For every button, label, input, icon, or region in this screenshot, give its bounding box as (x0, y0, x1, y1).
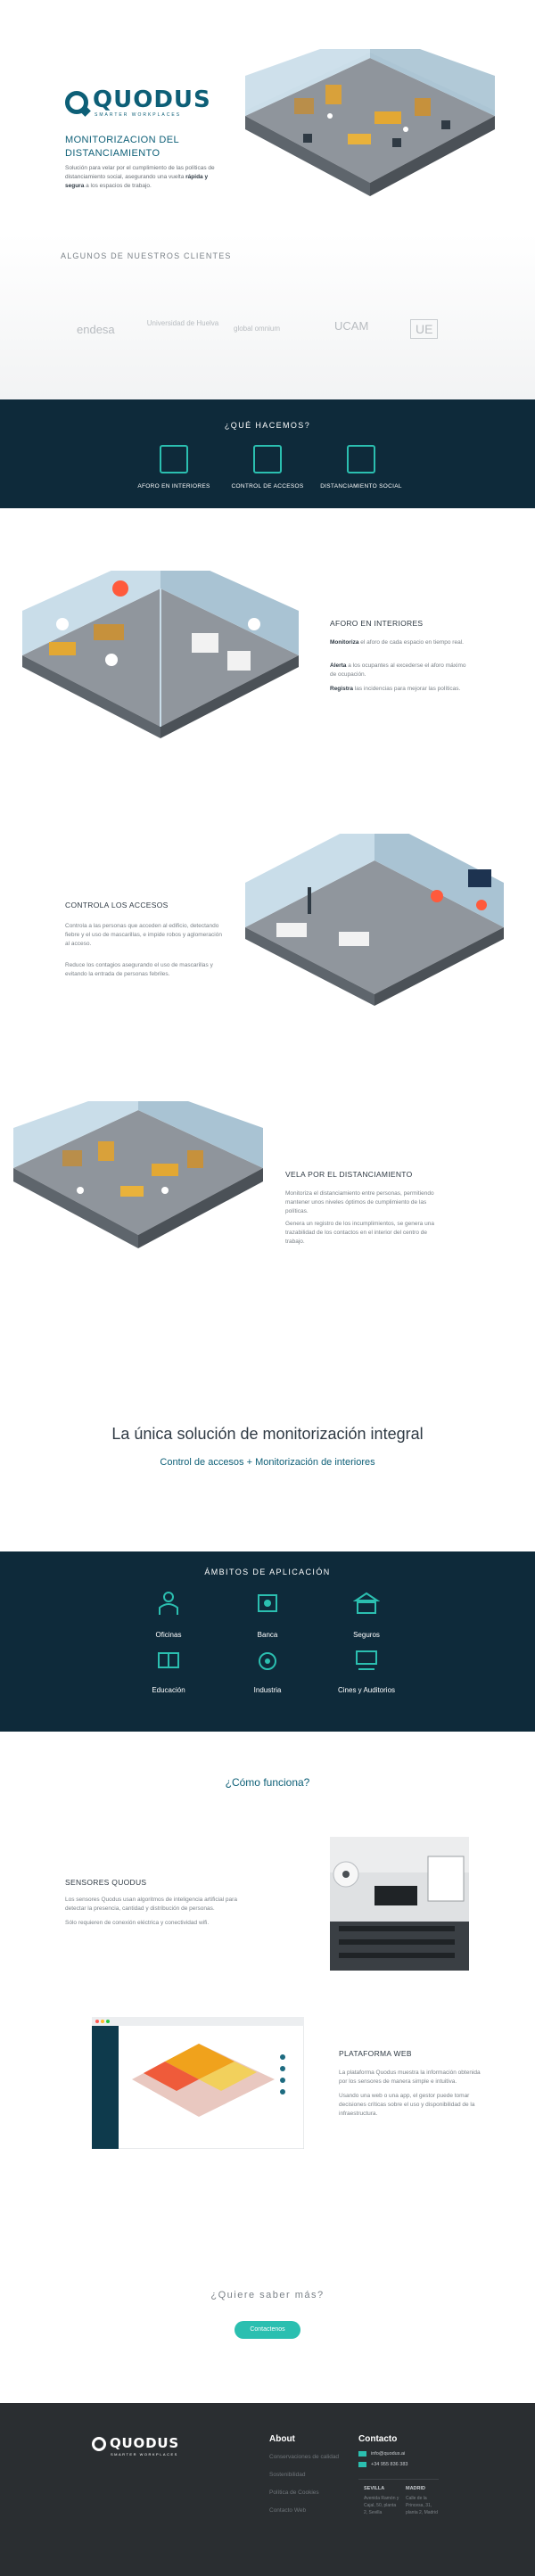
bank-icon (258, 1594, 277, 1612)
footer-address-sevilla: Avenida Ramón y Cajal, 50, planta 2, Sev… (364, 2496, 399, 2515)
web-platform-title: PLATAFORMA WEB (339, 2049, 412, 2058)
distanciamiento-paragraph-1: Monitoriza el distanciamiento entre pers… (285, 1190, 434, 1214)
aforo-paragraph-1: Monitoriza el aforo de cada espacio en t… (330, 639, 464, 646)
footer-email[interactable]: info@quodus.ai (371, 2451, 405, 2457)
distanciamiento-illustration (13, 1101, 263, 1248)
ambito-label-seguros: Seguros (353, 1631, 380, 1639)
hero-office-illustration (245, 49, 495, 196)
accesos-title: CONTROLA LOS ACCESOS (65, 901, 169, 909)
service-label-distanciamiento: DISTANCIAMIENTO SOCIAL (320, 483, 402, 490)
ambito-label-educacion: Educación (152, 1686, 185, 1694)
footer-contact-title: Contacto (358, 2434, 398, 2444)
client-logo-uhu: Universidad de Huelva (146, 319, 219, 327)
ambito-label-oficinas: Oficinas (155, 1631, 182, 1639)
footer-link-contacto-web[interactable]: Contacto Web (269, 2507, 306, 2514)
footer-logo-icon (92, 2437, 106, 2451)
footer-phone[interactable]: +34 955 836 383 (371, 2462, 407, 2467)
aforo-paragraph-3: Registra las incidencias para mejorar la… (330, 686, 461, 692)
footer-link-cookies[interactable]: Política de Cookies (269, 2490, 319, 2496)
ambito-label-banca: Banca (257, 1631, 278, 1639)
footer-brand-tagline: SMARTER WORKPLACES (111, 2452, 178, 2457)
footer (0, 2403, 535, 2576)
distanciamiento-title: VELA POR EL DISTANCIAMIENTO (285, 1170, 413, 1179)
how-title: ¿Cómo funciona? (225, 1776, 310, 1789)
distanciamiento-paragraph-2: Genera un registro de los incumplimiento… (285, 1221, 434, 1245)
aforo-title: AFORO EN INTERIORES (330, 619, 424, 628)
ambito-label-cines: Cines y Auditorios (337, 1686, 396, 1694)
contact-button[interactable]: Contactenos (235, 2321, 300, 2339)
accesos-paragraph-1: Controla a las personas que acceden al e… (65, 923, 222, 947)
brand-tagline: SMARTER WORKPLACES (95, 112, 182, 118)
client-logo-ucam: UCAM (334, 319, 369, 333)
sensors-paragraph-2: Sólo requieren de conexión eléctrica y c… (65, 1920, 210, 1926)
quodus-logo-icon (65, 91, 88, 114)
integral-subtitle: Control de accesos + Monitorización de i… (160, 1457, 375, 1468)
sensors-title: SENSORES QUODUS (65, 1878, 147, 1887)
client-logo-ue: UE (410, 319, 439, 339)
phone-icon (358, 2462, 366, 2467)
web-platform-paragraph-2: Usando una web o una app, el gestor pued… (339, 2093, 475, 2117)
footer-link-sostenibilidad[interactable]: Sostenibilidad (269, 2472, 305, 2478)
people-icon (160, 445, 188, 473)
footer-brand[interactable]: QUODUS (110, 2435, 179, 2451)
cinema-icon (356, 1650, 377, 1670)
footer-about-title: About (269, 2434, 295, 2444)
aforo-illustration (22, 571, 299, 738)
footer-divider (358, 2479, 439, 2480)
brand-logo[interactable]: QUODUS (93, 86, 211, 113)
web-platform-screenshot (92, 2017, 304, 2149)
classroom-photo (330, 1837, 469, 1971)
hero-description: Solución para velar por el cumplimiento … (65, 165, 215, 189)
accesos-illustration (245, 834, 504, 1006)
ambito-label-industria: Industria (253, 1686, 282, 1694)
web-platform-paragraph-1: La plataforma Quodus muestra la informac… (339, 2070, 481, 2085)
footer-address-madrid: Calle de la Princesa, 31, planta 2, Madr… (406, 2496, 438, 2515)
email-icon (358, 2451, 366, 2457)
footer-city-madrid: MADRID (406, 2486, 425, 2491)
hero-title: MONITORIZACION DEL DISTANCIAMIENTO (65, 135, 179, 159)
footer-link-calidad[interactable]: Conservaciones de calidad (269, 2454, 339, 2460)
client-logo-endesa: endesa (77, 323, 115, 336)
ambitos-band (0, 1551, 535, 1732)
aforo-paragraph-2: Alerta a los ocupantes al excederse el a… (330, 663, 466, 678)
ambitos-title: ÁMBITOS DE APLICACIÓN (204, 1568, 331, 1576)
distance-icon (347, 445, 375, 473)
factory-icon (259, 1652, 276, 1670)
education-icon (158, 1652, 179, 1668)
office-icon (159, 1592, 178, 1615)
footer-city-sevilla: SEVILLA (364, 2486, 385, 2491)
client-logo-global-omnium: global omnium (234, 325, 281, 333)
services-title: ¿QUÉ HACEMOS? (224, 421, 311, 430)
cta-title: ¿Quiere saber más? (210, 2290, 325, 2300)
accesos-paragraph-2: Reduce los contagios asegurando el uso d… (65, 962, 213, 977)
insurance-icon (353, 1592, 380, 1614)
integral-title: La única solución de monitorización inte… (111, 1425, 424, 1443)
sensors-paragraph-1: Los sensores Quodus usan algoritmos de i… (65, 1897, 237, 1912)
clients-title: ALGUNOS DE NUESTROS CLIENTES (61, 251, 232, 260)
turnstile-icon (253, 445, 282, 473)
